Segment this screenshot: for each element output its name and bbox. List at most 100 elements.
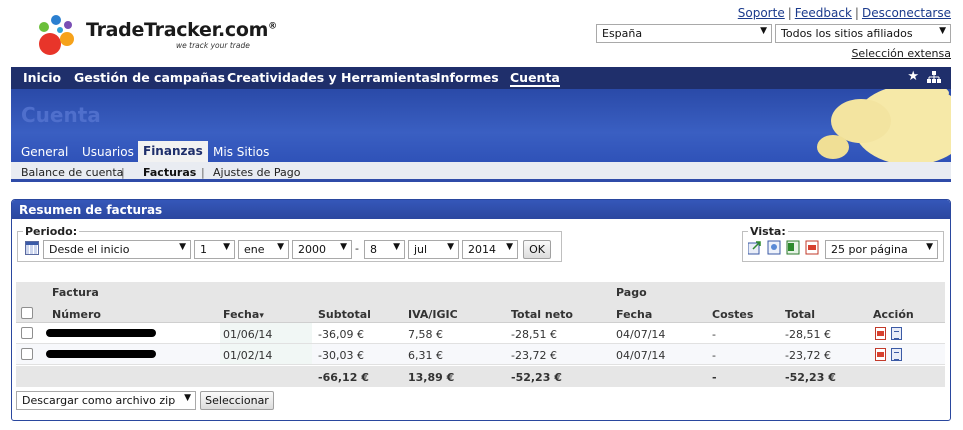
sites-select[interactable]: Todos los sitios afiliados ▼ xyxy=(775,24,951,43)
sort-desc-icon: ▾ xyxy=(259,311,264,321)
row-checkbox[interactable] xyxy=(21,348,33,360)
date-range-dash: - xyxy=(355,242,359,255)
subnav-account-balance[interactable]: Balance de cuenta xyxy=(21,166,123,179)
bulk-action-select[interactable]: Descargar como archivo zip ▼ xyxy=(16,391,196,410)
section-title: Cuenta xyxy=(21,103,101,127)
cell-subtotal: -30,03 € xyxy=(318,349,364,362)
table-row: 01/06/14 -36,09 € 7,58 € -28,51 € 04/07/… xyxy=(16,323,945,344)
from-year-select[interactable]: 2000 ▼ xyxy=(292,240,352,259)
view-invoice-icon[interactable] xyxy=(891,327,902,340)
total-tax: 13,89 € xyxy=(408,371,455,384)
cell-payment-date: 04/07/14 xyxy=(616,349,666,362)
tab-general[interactable]: General xyxy=(21,145,68,159)
country-select-value: España xyxy=(602,27,643,40)
col-payment-date: Fecha xyxy=(616,308,653,321)
chevron-down-icon: ▼ xyxy=(223,242,230,252)
row-checkbox[interactable] xyxy=(21,327,33,339)
chevron-down-icon: ▼ xyxy=(393,242,400,252)
period-range-select[interactable]: Desde el inicio ▼ xyxy=(43,240,191,259)
chevron-down-icon: ▼ xyxy=(506,242,513,252)
sites-select-value: Todos los sitios afiliados xyxy=(781,27,913,40)
group-invoice: Factura xyxy=(52,286,99,299)
redacted-invoice-number xyxy=(46,329,156,337)
to-month-select[interactable]: jul ▼ xyxy=(408,240,459,259)
period-range-value: Desde el inicio xyxy=(49,243,130,256)
per-page-select[interactable]: 25 por página ▼ xyxy=(825,240,938,259)
col-date[interactable]: Fecha▾ xyxy=(223,308,264,321)
link-separator: | xyxy=(854,6,859,20)
ok-button[interactable]: OK xyxy=(523,240,551,259)
cell-tax: 7,58 € xyxy=(408,328,443,341)
col-total: Total xyxy=(785,308,816,321)
cell-total: -28,51 € xyxy=(785,328,831,341)
subnav-separator: | xyxy=(121,166,125,179)
logout-link[interactable]: Desconectarse xyxy=(862,6,951,20)
to-month-value: jul xyxy=(414,243,428,256)
cell-net-total: -23,72 € xyxy=(511,349,557,362)
to-day-value: 8 xyxy=(370,243,377,256)
tab-users[interactable]: Usuarios xyxy=(82,145,134,159)
print-icon[interactable] xyxy=(767,240,781,255)
chevron-down-icon: ▼ xyxy=(179,242,186,252)
to-year-select[interactable]: 2014 ▼ xyxy=(462,240,518,259)
download-pdf-icon[interactable] xyxy=(875,327,886,340)
chevron-down-icon: ▼ xyxy=(184,393,191,403)
calendar-icon[interactable] xyxy=(25,241,39,255)
country-select[interactable]: España ▼ xyxy=(596,24,772,43)
brand-tagline: we track your trade xyxy=(176,41,250,50)
top-links: Soporte | Feedback | Desconectarse xyxy=(738,6,951,20)
view-invoice-icon[interactable] xyxy=(891,348,902,361)
to-day-select[interactable]: 8 ▼ xyxy=(364,240,405,259)
export-icon[interactable] xyxy=(748,240,762,255)
from-day-select[interactable]: 1 ▼ xyxy=(194,240,235,259)
nav-item-reports[interactable]: Informes xyxy=(436,70,499,85)
select-button[interactable]: Seleccionar xyxy=(200,391,274,410)
chevron-down-icon: ▼ xyxy=(926,242,933,252)
chevron-down-icon: ▼ xyxy=(340,242,347,252)
nav-item-inicio[interactable]: Inicio xyxy=(23,70,61,85)
pdf-icon[interactable] xyxy=(805,240,819,255)
chevron-down-icon: ▼ xyxy=(447,242,454,252)
cell-date: 01/06/14 xyxy=(223,328,273,341)
subnav-payment-settings[interactable]: Ajustes de Pago xyxy=(213,166,300,179)
subnav-separator: | xyxy=(201,166,205,179)
nav-item-creatives[interactable]: Creatividades y Herramientas xyxy=(227,70,437,85)
period-filter: Periodo: Desde el inicio ▼ 1 ▼ ene ▼ 2000 ▼ … xyxy=(17,225,562,262)
col-subtotal: Subtotal xyxy=(318,308,371,321)
cell-net-total: -28,51 € xyxy=(511,328,557,341)
from-month-select[interactable]: ene ▼ xyxy=(238,240,289,259)
cell-total: -23,72 € xyxy=(785,349,831,362)
col-tax: IVA/IGIC xyxy=(408,308,458,321)
tradetracker-logo[interactable]: TradeTracker.com® we track your trade xyxy=(30,8,277,60)
cell-tax: 6,31 € xyxy=(408,349,443,362)
download-pdf-icon[interactable] xyxy=(875,348,886,361)
to-year-value: 2014 xyxy=(468,243,496,256)
panel-title: Resumen de facturas xyxy=(12,200,950,219)
col-action: Acción xyxy=(873,308,914,321)
cell-payment-date: 04/07/14 xyxy=(616,328,666,341)
chevron-down-icon: ▼ xyxy=(939,26,946,36)
feedback-link[interactable]: Feedback xyxy=(795,6,852,20)
col-costs: Costes xyxy=(712,308,754,321)
nav-item-campaigns[interactable]: Gestión de campañas xyxy=(74,70,225,85)
tab-my-sites[interactable]: Mis Sitios xyxy=(213,145,269,159)
total-subtotal: -66,12 € xyxy=(318,371,369,384)
select-all-checkbox[interactable] xyxy=(21,307,33,319)
col-date-label: Fecha xyxy=(223,308,260,321)
favorites-star-icon[interactable]: ★ xyxy=(907,69,919,84)
logo-dots-icon xyxy=(39,15,74,55)
nav-item-account[interactable]: Cuenta xyxy=(510,70,560,87)
sitemap-icon[interactable] xyxy=(927,70,941,84)
table-row: 01/02/14 -30,03 € 6,31 € -23,72 € 04/07/… xyxy=(16,344,945,365)
extended-selection-link[interactable]: Selección extensa xyxy=(851,47,951,60)
tab-finances[interactable]: Finanzas xyxy=(138,141,208,162)
subnav-invoices[interactable]: Facturas xyxy=(143,166,196,179)
table-group-header: Factura Pago xyxy=(16,282,945,302)
total-costs: - xyxy=(712,371,717,384)
excel-icon[interactable] xyxy=(786,240,800,255)
cell-subtotal: -36,09 € xyxy=(318,328,364,341)
main-nav: Inicio Gestión de campañas Creatividades… xyxy=(11,67,951,89)
redacted-invoice-number xyxy=(46,350,156,358)
banner-dots-decoration xyxy=(817,89,951,162)
support-link[interactable]: Soporte xyxy=(738,6,785,20)
